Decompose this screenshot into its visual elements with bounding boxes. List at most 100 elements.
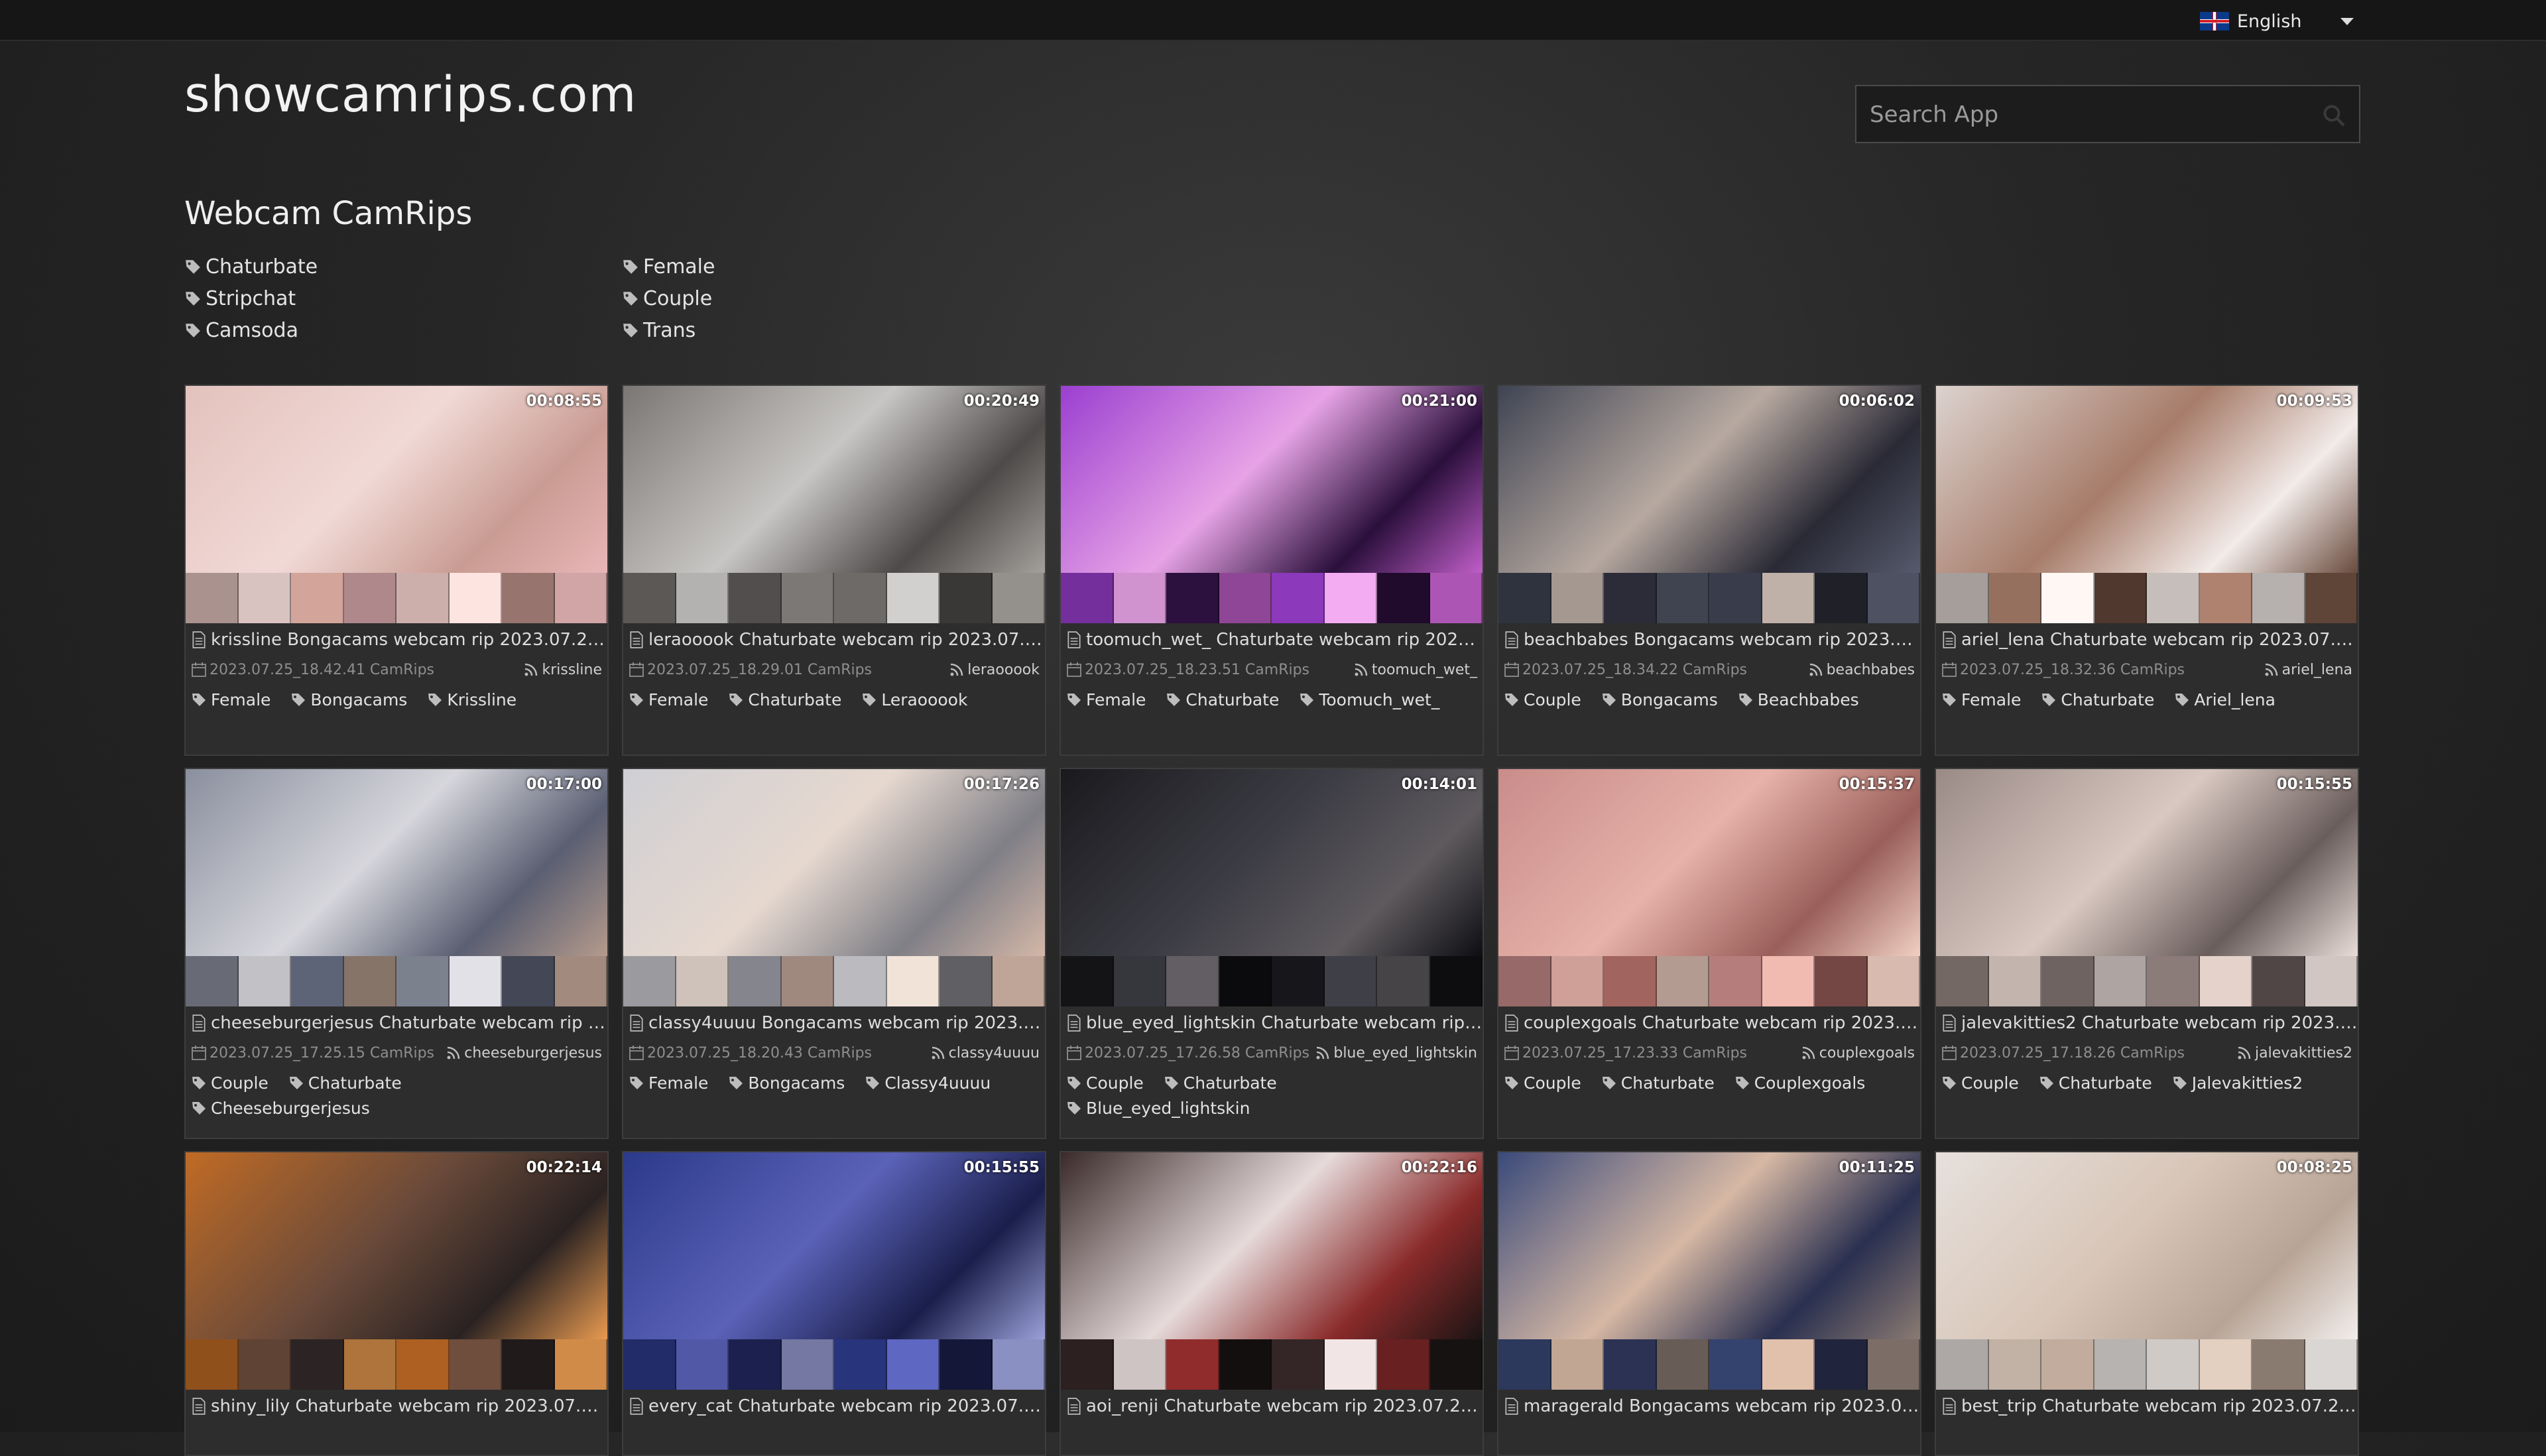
- tag-link[interactable]: Bongacams: [1601, 687, 1718, 712]
- tag-link[interactable]: Chaturbate: [1166, 687, 1279, 712]
- tag-link[interactable]: Couple: [1941, 1070, 2019, 1095]
- performer-feed-link[interactable]: couplexgoals: [1801, 1045, 1915, 1062]
- video-thumbnail[interactable]: 00:08:55: [186, 386, 607, 623]
- duration-badge: 00:08:55: [526, 393, 602, 410]
- duration-badge: 00:15:55: [963, 1159, 1040, 1176]
- performer-feed-link[interactable]: blue_eyed_lightskin: [1315, 1045, 1477, 1062]
- video-thumbnail[interactable]: 00:20:49: [623, 386, 1045, 623]
- video-title: toomuch_wet_ Chaturbate webcam rip 2023.…: [1086, 630, 1483, 650]
- tag-icon: [1300, 694, 1314, 706]
- video-title-link[interactable]: ariel_lena Chaturbate webcam rip 2023.07…: [1936, 623, 2358, 656]
- tag-link[interactable]: Ariel_lena: [2174, 687, 2275, 712]
- video-thumbnail[interactable]: 00:06:02: [1498, 386, 1920, 623]
- category-link-chaturbate[interactable]: Chaturbate: [184, 251, 318, 282]
- tag-link[interactable]: Krissline: [427, 687, 516, 712]
- video-thumbnail[interactable]: 00:15:55: [623, 1152, 1045, 1390]
- video-title-link[interactable]: beachbabes Bongacams webcam rip 2023.07.…: [1498, 623, 1920, 656]
- tag-link[interactable]: Jalevakitties2: [2172, 1070, 2303, 1095]
- language-selector[interactable]: English: [2200, 9, 2354, 33]
- tag-link[interactable]: Chaturbate: [2041, 687, 2154, 712]
- tag-link[interactable]: Female: [629, 1070, 708, 1095]
- tag-icon: [866, 1077, 880, 1089]
- rss-icon: [1355, 663, 1368, 676]
- performer-feed-link[interactable]: toomuch_wet_: [1353, 662, 1477, 678]
- tag-link[interactable]: Chaturbate: [1601, 1070, 1715, 1095]
- tag-link[interactable]: Female: [1941, 687, 2021, 712]
- tag-link[interactable]: Leraooook: [861, 687, 967, 712]
- category-link-couple[interactable]: Couple: [622, 282, 715, 314]
- video-thumbnail[interactable]: 00:15:37: [1498, 769, 1920, 1006]
- video-title-link[interactable]: cheeseburgerjesus Chaturbate webcam rip …: [186, 1006, 607, 1040]
- video-thumbnail[interactable]: 00:21:00: [1061, 386, 1483, 623]
- video-card: 00:11:25 maragerald Bongacams webcam rip …: [1497, 1151, 1921, 1456]
- tag-link[interactable]: Female: [191, 687, 271, 712]
- video-title-link[interactable]: jalevakitties2 Chaturbate webcam rip 202…: [1936, 1006, 2358, 1040]
- category-link-female[interactable]: Female: [622, 251, 715, 282]
- performer-feed-link[interactable]: beachbabes: [1808, 662, 1915, 678]
- tag-link[interactable]: Cheeseburgerjesus: [191, 1095, 370, 1121]
- tag-link[interactable]: Chaturbate: [2039, 1070, 2152, 1095]
- tag-link[interactable]: Couplexgoals: [1734, 1070, 1865, 1095]
- video-title: blue_eyed_lightskin Chaturbate webcam ri…: [1086, 1013, 1483, 1033]
- tag-link[interactable]: Chaturbate: [1164, 1070, 1277, 1095]
- video-thumbnail[interactable]: 00:14:01: [1061, 769, 1483, 1006]
- search-icon[interactable]: [2322, 103, 2346, 127]
- video-card: 00:21:00 toomuch_wet_ Chaturbate webcam r…: [1060, 385, 1484, 756]
- video-thumbnail[interactable]: 00:22:16: [1061, 1152, 1483, 1390]
- video-title-link[interactable]: couplexgoals Chaturbate webcam rip 2023.…: [1498, 1006, 1920, 1040]
- video-title-link[interactable]: maragerald Bongacams webcam rip 2023.07.…: [1498, 1390, 1920, 1423]
- performer-feed-link[interactable]: leraooook: [949, 662, 1040, 678]
- video-title-link[interactable]: aoi_renji Chaturbate webcam rip 2023.07.…: [1061, 1390, 1483, 1423]
- video-title-link[interactable]: krissline Bongacams webcam rip 2023.07.2…: [186, 623, 607, 656]
- site-title[interactable]: showcamrips.com: [184, 66, 636, 123]
- video-title-link[interactable]: shiny_lily Chaturbate webcam rip 2023.07…: [186, 1390, 607, 1423]
- video-title: couplexgoals Chaturbate webcam rip 2023.…: [1524, 1013, 1920, 1033]
- performer-feed-link[interactable]: krissline: [523, 662, 602, 678]
- video-title-link[interactable]: classy4uuuu Bongacams webcam rip 2023.07…: [623, 1006, 1045, 1040]
- tag-label: Leraooook: [881, 690, 968, 709]
- performer-feed-link[interactable]: jalevakitties2: [2236, 1045, 2352, 1062]
- video-title-link[interactable]: toomuch_wet_ Chaturbate webcam rip 2023.…: [1061, 623, 1483, 656]
- tag-link[interactable]: Blue_eyed_lightskin: [1066, 1095, 1250, 1121]
- tag-link[interactable]: Chaturbate: [288, 1070, 402, 1095]
- tag-link[interactable]: Couple: [191, 1070, 269, 1095]
- performer-feed-link[interactable]: cheeseburgerjesus: [446, 1045, 602, 1062]
- video-title-link[interactable]: every_cat Chaturbate webcam rip 2023.07.…: [623, 1390, 1045, 1423]
- rss-icon: [2238, 1046, 2251, 1060]
- category-link-stripchat[interactable]: Stripchat: [184, 282, 318, 314]
- video-date: 2023.07.25_18.34.22 CamRips: [1522, 661, 1748, 678]
- video-title-link[interactable]: blue_eyed_lightskin Chaturbate webcam ri…: [1061, 1006, 1483, 1040]
- video-thumbnail[interactable]: 00:11:25: [1498, 1152, 1920, 1390]
- category-link-trans[interactable]: Trans: [622, 314, 715, 346]
- video-thumbnail[interactable]: 00:15:55: [1936, 769, 2358, 1006]
- category-link-camsoda[interactable]: Camsoda: [184, 314, 318, 346]
- video-thumbnail[interactable]: 00:17:00: [186, 769, 607, 1006]
- tag-link[interactable]: Couple: [1066, 1070, 1144, 1095]
- performer-feed-link[interactable]: ariel_lena: [2264, 662, 2352, 678]
- tag-link[interactable]: Classy4uuuu: [865, 1070, 991, 1095]
- tag-link[interactable]: Chaturbate: [728, 687, 841, 712]
- tag-link[interactable]: Bongacams: [728, 1070, 845, 1095]
- tag-link[interactable]: Couple: [1504, 1070, 1581, 1095]
- video-thumbnail[interactable]: 00:08:25: [1936, 1152, 2358, 1390]
- tag-link[interactable]: Female: [1066, 687, 1146, 712]
- video-thumbnail[interactable]: 00:22:14: [186, 1152, 607, 1390]
- tag-link[interactable]: Beachbabes: [1738, 687, 1859, 712]
- video-title: leraooook Chaturbate webcam rip 2023.07.…: [648, 630, 1045, 650]
- search-input[interactable]: [1868, 86, 2295, 143]
- tag-link[interactable]: Bongacams: [290, 687, 407, 712]
- tag-link[interactable]: Couple: [1504, 687, 1581, 712]
- video-date: 2023.07.25_18.20.43 CamRips: [647, 1044, 873, 1062]
- video-title-link[interactable]: leraooook Chaturbate webcam rip 2023.07.…: [623, 623, 1045, 656]
- duration-badge: 00:14:01: [1401, 776, 1477, 793]
- tag-link[interactable]: Toomuch_wet_: [1299, 687, 1439, 712]
- video-title: every_cat Chaturbate webcam rip 2023.07.…: [648, 1396, 1045, 1416]
- video-date: 2023.07.25_18.32.36 CamRips: [1960, 661, 2185, 678]
- video-thumbnail[interactable]: 00:17:26: [623, 769, 1045, 1006]
- video-thumbnail[interactable]: 00:09:53: [1936, 386, 2358, 623]
- performer-feed-link[interactable]: classy4uuuu: [930, 1045, 1040, 1062]
- tag-icon: [623, 292, 638, 306]
- video-title-link[interactable]: best_trip Chaturbate webcam rip 2023.07.…: [1936, 1390, 2358, 1423]
- tag-link[interactable]: Female: [629, 687, 708, 712]
- tag-label: Couple: [1524, 690, 1581, 709]
